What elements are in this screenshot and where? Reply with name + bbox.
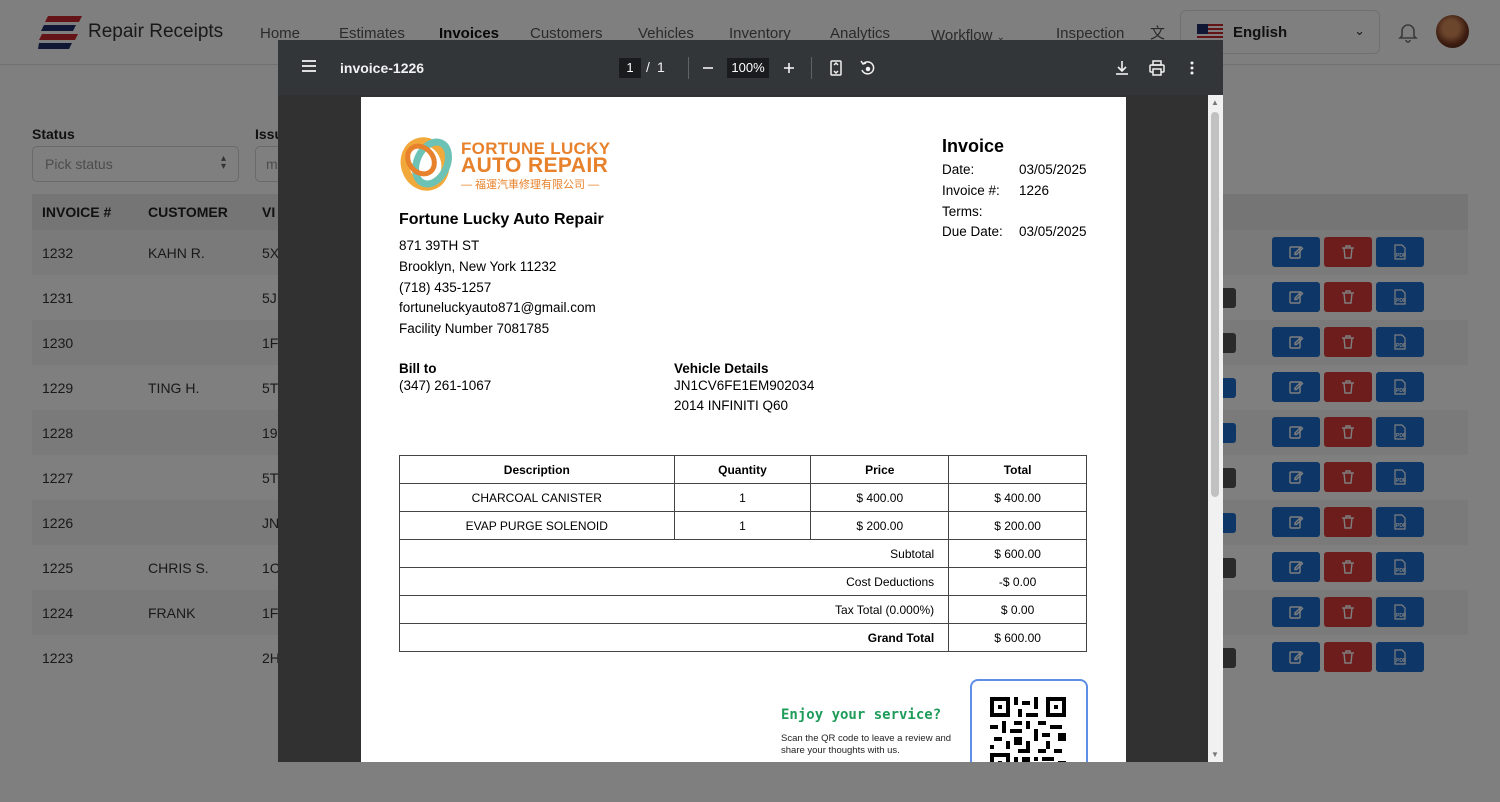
vehicle-description: 2014 INFINITI Q60 [674, 398, 789, 413]
shop-address-line2: Brooklyn, New York 11232 [399, 259, 557, 274]
print-button[interactable] [1147, 58, 1167, 78]
tax-value: $ 0.00 [948, 595, 1087, 624]
line-items-table: Description Quantity Price Total CHARCOA… [398, 455, 1087, 652]
deductions-row: Cost Deductions -$ 0.00 [398, 567, 1087, 596]
logo-text-line2: AUTO REPAIR [461, 154, 609, 177]
tax-row: Tax Total (0.000%) $ 0.00 [398, 595, 1087, 624]
toolbar-divider [811, 57, 812, 79]
pdf-viewer: invoice-1226 1 / 1 100% FORTUNE LUCKY AU… [278, 40, 1223, 762]
pdf-toolbar: invoice-1226 1 / 1 100% [278, 40, 1223, 95]
shop-address-line1: 871 39TH ST [399, 238, 480, 253]
invoice-number-label: Invoice #: [942, 183, 1000, 198]
col-description: Description [399, 455, 675, 484]
shop-facility-number: Facility Number 7081785 [399, 321, 550, 336]
grand-total-value: $ 600.00 [948, 623, 1087, 652]
date-value: 03/05/2025 [1019, 162, 1087, 177]
zoom-level-input[interactable]: 100% [727, 58, 769, 78]
qr-code-icon [990, 697, 1066, 762]
download-icon [1116, 61, 1128, 75]
logo-text-line3: — 福運汽車修理有限公司 — [461, 179, 600, 191]
zoom-out-button[interactable] [698, 58, 718, 78]
vertical-scrollbar[interactable]: ▲ ▼ [1208, 95, 1223, 762]
shop-logo: FORTUNE LUCKY AUTO REPAIR — 福運汽車修理有限公司 — [399, 135, 619, 195]
subtotal-label: Subtotal [398, 539, 950, 568]
item-description: CHARCOAL CANISTER [399, 483, 675, 512]
deductions-value: -$ 0.00 [948, 567, 1087, 596]
bill-to-phone: (347) 261-1067 [399, 378, 492, 393]
subtotal-value: $ 600.00 [948, 539, 1087, 568]
col-total: Total [948, 455, 1087, 484]
vehicle-vin: JN1CV6FE1EM902034 [674, 378, 815, 393]
zoom-in-button[interactable] [779, 58, 799, 78]
pdf-content-area[interactable]: FORTUNE LUCKY AUTO REPAIR — 福運汽車修理有限公司 —… [278, 95, 1223, 762]
item-quantity: 1 [673, 511, 812, 540]
fit-page-icon [830, 60, 842, 76]
scrollbar-thumb[interactable] [1211, 112, 1219, 497]
vehicle-details-label: Vehicle Details [674, 361, 769, 376]
invoice-heading: Invoice [942, 136, 1005, 156]
shop-email: fortuneluckyauto871@gmail.com [399, 300, 596, 315]
bill-to-label: Bill to [399, 361, 437, 376]
scroll-up-arrow-icon[interactable]: ▲ [1211, 98, 1219, 107]
invoice-number-value: 1226 [1019, 183, 1050, 198]
item-price: $ 200.00 [810, 511, 950, 540]
tax-label: Tax Total (0.000%) [398, 595, 950, 624]
print-icon [1149, 60, 1165, 76]
date-label: Date: [942, 162, 975, 177]
menu-icon[interactable] [300, 57, 318, 75]
shop-logo-icon [400, 137, 452, 191]
shop-name: Fortune Lucky Auto Repair [399, 211, 604, 228]
shop-phone: (718) 435-1257 [399, 280, 492, 295]
deductions-label: Cost Deductions [398, 567, 950, 596]
invoice-page: FORTUNE LUCKY AUTO REPAIR — 福運汽車修理有限公司 —… [361, 97, 1126, 762]
page-separator: / [646, 59, 650, 75]
col-price: Price [810, 455, 950, 484]
item-description: EVAP PURGE SOLENOID [399, 511, 675, 540]
page-total: 1 [657, 59, 665, 75]
item-quantity: 1 [673, 483, 812, 512]
due-date-value: 03/05/2025 [1019, 224, 1087, 239]
toolbar-divider [688, 57, 689, 79]
rotate-button[interactable] [857, 58, 877, 78]
document-title: invoice-1226 [340, 60, 425, 76]
page-number-input[interactable]: 1 [619, 58, 641, 78]
scan-qr-instructions: Scan the QR code to leave a review and s… [781, 733, 952, 756]
scroll-down-arrow-icon[interactable]: ▼ [1211, 750, 1219, 759]
item-total: $ 400.00 [948, 483, 1087, 512]
item-total: $ 200.00 [948, 511, 1087, 540]
grand-total-label: Grand Total [398, 623, 950, 652]
more-vert-icon [1190, 61, 1194, 75]
enjoy-service-heading: Enjoy your service? [781, 707, 942, 723]
item-price: $ 400.00 [810, 483, 950, 512]
line-item-row: EVAP PURGE SOLENOID 1 $ 200.00 $ 200.00 [399, 511, 1087, 540]
line-item-row: CHARCOAL CANISTER 1 $ 400.00 $ 400.00 [399, 483, 1087, 512]
rotate-icon [860, 60, 875, 75]
subtotal-row: Subtotal $ 600.00 [398, 539, 1087, 568]
due-date-label: Due Date: [942, 224, 1003, 239]
download-button[interactable] [1112, 58, 1132, 78]
minus-icon [703, 67, 713, 69]
grand-total-row: Grand Total $ 600.00 [398, 623, 1087, 652]
plus-icon [784, 63, 794, 73]
terms-label: Terms: [942, 204, 983, 219]
more-options-button[interactable] [1182, 58, 1202, 78]
line-items-header: Description Quantity Price Total [399, 455, 1087, 484]
col-quantity: Quantity [673, 455, 812, 484]
fit-page-button[interactable] [826, 58, 846, 78]
